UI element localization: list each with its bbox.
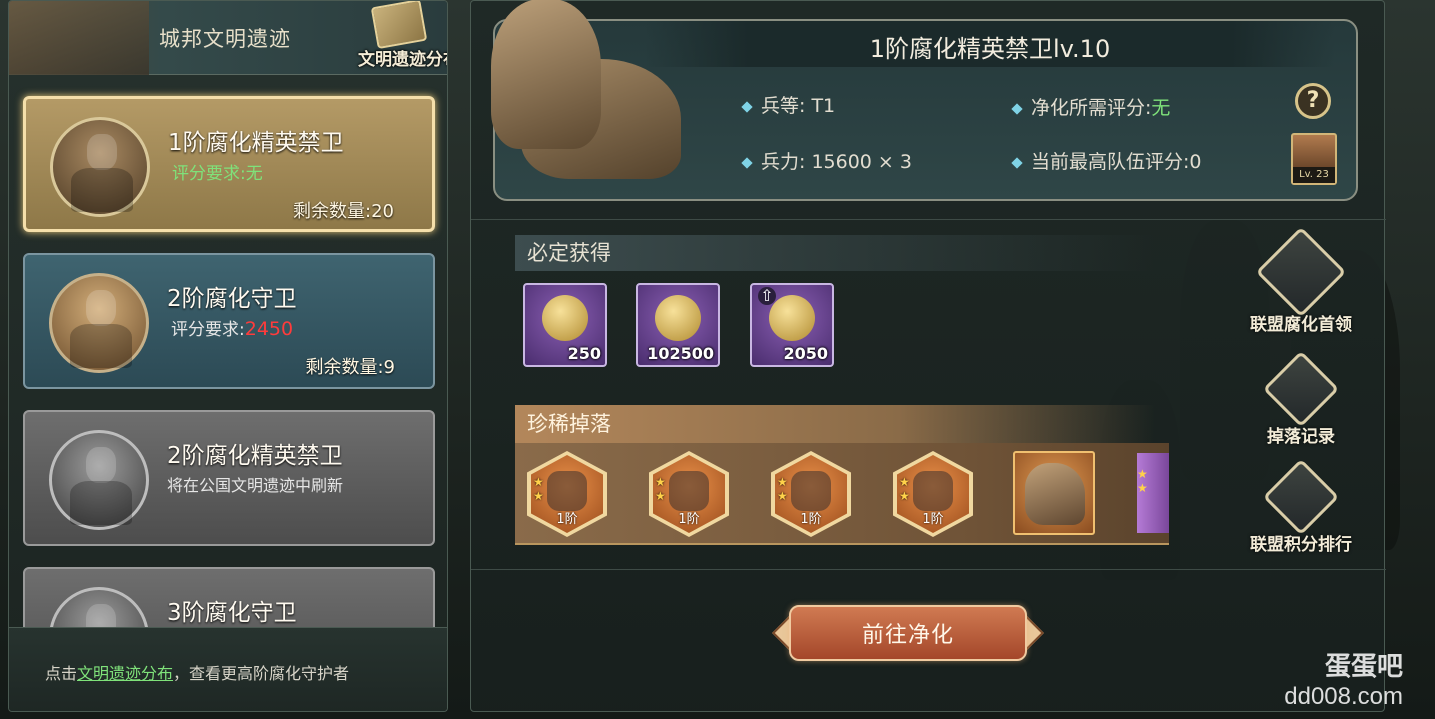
refresh-note: 将在公国文明遗迹中刷新 — [167, 476, 344, 495]
gold-coins-icon — [655, 295, 701, 341]
alliance-ranking-label: 联盟积分排行 — [1250, 535, 1352, 555]
go-purify-button[interactable]: 前往净化 — [771, 605, 1045, 661]
rare-item-partial[interactable]: ★ ★ — [1137, 453, 1169, 533]
gold-coins-upgrade-icon — [769, 295, 815, 341]
rare-drops-title: 珍稀掉落 — [515, 405, 1155, 443]
horse-icon — [1025, 463, 1085, 525]
guardian-portrait — [49, 273, 149, 373]
book-chest-icon — [791, 471, 831, 511]
ruins-panel-title: 城邦文明遗迹 — [159, 27, 291, 51]
rare-item-4[interactable]: ★ ★ 1阶 — [893, 451, 973, 537]
guardian-title: 1阶腐化精英禁卫lv.10 — [869, 35, 1111, 63]
ruins-list-panel: 城邦文明遗迹 文明遗迹分布 1阶腐化精英禁卫 评分要求:无 剩余数量:20 2阶… — [8, 0, 448, 712]
site-watermark: 蛋蛋吧 dd008.com — [1284, 652, 1403, 710]
guardian-name: 2阶腐化守卫 — [167, 286, 297, 312]
star-icon: ★ ★ — [533, 475, 544, 503]
map-icon — [370, 1, 428, 50]
ruins-distribution-button[interactable]: 文明遗迹分布 — [344, 1, 447, 75]
guaranteed-rewards-title: 必定获得 — [515, 235, 1155, 271]
star-icon: ★ ★ — [655, 475, 666, 503]
remaining-count: 剩余数量:9 — [305, 357, 395, 378]
guardian-name: 2阶腐化精英禁卫 — [167, 443, 343, 469]
score-requirement-value: 无 — [245, 164, 263, 184]
item-tier: 1阶 — [678, 512, 700, 527]
ruins-footer: 点击文明遗迹分布，查看更高阶腐化守护者 — [9, 627, 447, 711]
star-icon: ★ ★ — [899, 475, 910, 503]
alliance-boss-button[interactable]: 联盟腐化首领 — [1231, 226, 1371, 335]
reward-count: 250 — [567, 344, 601, 363]
purify-score-required: 净化所需评分:无 — [1011, 93, 1170, 120]
rare-item-horse[interactable] — [1013, 451, 1095, 535]
rare-item-1[interactable]: ★ ★ 1阶 — [527, 451, 607, 537]
guardian-name: 1阶腐化精英禁卫 — [168, 130, 344, 156]
shield-gear-icon — [547, 471, 587, 511]
reward-item-medal[interactable]: 250 — [523, 283, 607, 367]
score-requirement-value: 2450 — [244, 318, 294, 340]
best-team-score: 当前最高队伍评分:0 — [1011, 147, 1202, 174]
troop-tier: 兵等: T1 — [741, 91, 835, 118]
troop-strength: 兵力: 15600 × 3 — [741, 147, 912, 174]
horn-icon — [913, 471, 953, 511]
avatar-level: Lv. 23 — [1293, 167, 1335, 183]
guardian-card-3[interactable]: 2阶腐化精英禁卫 将在公国文明遗迹中刷新 — [23, 410, 435, 546]
footer-hint: 点击文明遗迹分布，查看更高阶腐化守护者 — [45, 664, 350, 683]
medal-icon — [542, 295, 588, 341]
hero-portrait-icon — [669, 471, 709, 511]
alliance-ranking-button[interactable]: 联盟积分排行 — [1231, 458, 1371, 555]
alliance-boss-icon — [1255, 226, 1347, 318]
item-tier: 1阶 — [800, 512, 822, 527]
reward-count: 102500 — [647, 344, 714, 363]
go-purify-label: 前往净化 — [861, 623, 954, 648]
player-avatar[interactable]: Lv. 23 — [1291, 133, 1337, 185]
ruins-header-art — [9, 1, 149, 75]
guardian-portrait — [50, 117, 150, 217]
coins-drop-icon — [1262, 350, 1340, 428]
ruins-distribution-link[interactable]: 文明遗迹分布 — [77, 664, 173, 683]
drop-records-label: 掉落记录 — [1267, 427, 1335, 447]
remaining-count: 剩余数量:20 — [293, 201, 394, 222]
score-requirement: 评分要求:2450 — [171, 318, 294, 340]
star-icon: ★ ★ — [777, 475, 788, 503]
reward-item-gold[interactable]: 102500 — [636, 283, 720, 367]
reward-item-gold-upgrade[interactable]: ⇧ 2050 — [750, 283, 834, 367]
star-icon: ★ ★ — [1137, 467, 1148, 495]
guardian-card-1[interactable]: 1阶腐化精英禁卫 评分要求:无 剩余数量:20 — [23, 96, 435, 232]
reward-count: 2050 — [783, 344, 828, 363]
rare-drops-list: ★ ★ 1阶 ★ ★ 1阶 ★ ★ 1阶 ★ ★ 1阶 ★ ★ — [515, 443, 1169, 545]
guardian-portrait — [49, 430, 149, 530]
item-tier: 1阶 — [556, 512, 578, 527]
guardian-name: 3阶腐化守卫 — [167, 600, 297, 626]
boss-statue-art — [481, 0, 691, 204]
guardian-detail-panel: 1阶腐化精英禁卫lv.10 兵等: T1 净化所需评分:无 兵力: 15600 … — [470, 0, 1386, 712]
rare-item-3[interactable]: ★ ★ 1阶 — [771, 451, 851, 537]
ruins-list-header: 城邦文明遗迹 文明遗迹分布 — [9, 1, 447, 75]
rare-item-2[interactable]: ★ ★ 1阶 — [649, 451, 729, 537]
upgrade-arrow-icon: ⇧ — [758, 287, 776, 305]
guardian-card-2[interactable]: 2阶腐化守卫 评分要求:2450 剩余数量:9 — [23, 253, 435, 389]
ruins-distribution-label: 文明遗迹分布 — [358, 50, 447, 70]
medal-rank-icon — [1262, 458, 1340, 536]
score-requirement: 评分要求:无 — [172, 164, 263, 184]
item-tier: 1阶 — [922, 512, 944, 527]
help-icon[interactable]: ? — [1295, 83, 1331, 119]
drop-records-button[interactable]: 掉落记录 — [1231, 350, 1371, 447]
